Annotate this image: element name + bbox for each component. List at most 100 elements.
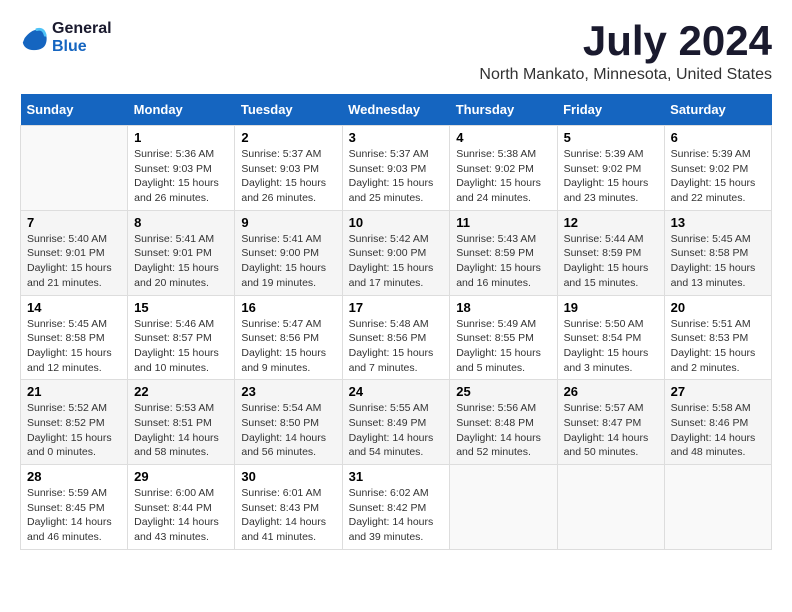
day-number: 24 <box>349 384 444 399</box>
day-info: Sunrise: 5:59 AM Sunset: 8:45 PM Dayligh… <box>27 486 121 545</box>
calendar-cell: 25Sunrise: 5:56 AM Sunset: 8:48 PM Dayli… <box>450 380 557 465</box>
calendar-cell: 1Sunrise: 5:36 AM Sunset: 9:03 PM Daylig… <box>128 126 235 211</box>
day-info: Sunrise: 5:46 AM Sunset: 8:57 PM Dayligh… <box>134 317 228 376</box>
week-row-5: 28 Sunrise: 5:59 AM Sunset: 8:45 PM Dayli… <box>21 465 772 550</box>
calendar-cell: 29 Sunrise: 6:00 AM Sunset: 8:44 PM Dayli… <box>128 465 235 550</box>
day-number: 25 <box>456 384 550 399</box>
day-info: Sunrise: 5:55 AM Sunset: 8:49 PM Dayligh… <box>349 401 444 460</box>
calendar-cell: 31 Sunrise: 6:02 AM Sunset: 8:42 PM Dayli… <box>342 465 450 550</box>
calendar-cell: 12 Sunrise: 5:44 AM Sunset: 8:59 PM Dayli… <box>557 210 664 295</box>
calendar-cell: 9 Sunrise: 5:41 AM Sunset: 9:00 PM Daylig… <box>235 210 342 295</box>
day-info: Sunrise: 5:50 AM Sunset: 8:54 PM Dayligh… <box>564 317 658 376</box>
day-info: Sunrise: 5:49 AM Sunset: 8:55 PM Dayligh… <box>456 317 550 376</box>
day-number: 1 <box>134 130 228 145</box>
calendar-cell: 17Sunrise: 5:48 AM Sunset: 8:56 PM Dayli… <box>342 295 450 380</box>
header-cell-wednesday: Wednesday <box>342 94 450 126</box>
day-info: Sunrise: 5:41 AM Sunset: 9:00 PM Dayligh… <box>241 232 335 291</box>
calendar-subtitle: North Mankato, Minnesota, United States <box>479 66 772 84</box>
calendar-cell: 27Sunrise: 5:58 AM Sunset: 8:46 PM Dayli… <box>664 380 771 465</box>
day-info: Sunrise: 5:53 AM Sunset: 8:51 PM Dayligh… <box>134 401 228 460</box>
day-number: 27 <box>671 384 765 399</box>
day-number: 4 <box>456 130 550 145</box>
logo-icon <box>20 24 48 52</box>
calendar-cell: 24 Sunrise: 5:55 AM Sunset: 8:49 PM Dayli… <box>342 380 450 465</box>
day-number: 20 <box>671 300 765 315</box>
calendar-cell <box>557 465 664 550</box>
day-number: 29 <box>134 469 228 484</box>
calendar-cell <box>21 126 128 211</box>
day-number: 12 <box>564 215 658 230</box>
day-info: Sunrise: 5:47 AM Sunset: 8:56 PM Dayligh… <box>241 317 335 376</box>
day-info: Sunrise: 5:41 AM Sunset: 9:01 PM Dayligh… <box>134 232 228 291</box>
calendar-cell: 11 Sunrise: 5:43 AM Sunset: 8:59 PM Dayli… <box>450 210 557 295</box>
day-info: Sunrise: 5:54 AM Sunset: 8:50 PM Dayligh… <box>241 401 335 460</box>
calendar-cell: 23 Sunrise: 5:54 AM Sunset: 8:50 PM Dayli… <box>235 380 342 465</box>
calendar-cell: 10Sunrise: 5:42 AM Sunset: 9:00 PM Dayli… <box>342 210 450 295</box>
week-row-2: 7 Sunrise: 5:40 AM Sunset: 9:01 PM Daylig… <box>21 210 772 295</box>
day-number: 19 <box>564 300 658 315</box>
calendar-cell: 16 Sunrise: 5:47 AM Sunset: 8:56 PM Dayli… <box>235 295 342 380</box>
day-info: Sunrise: 6:02 AM Sunset: 8:42 PM Dayligh… <box>349 486 444 545</box>
day-info: Sunrise: 5:39 AM Sunset: 9:02 PM Dayligh… <box>671 147 765 206</box>
calendar-cell: 21 Sunrise: 5:52 AM Sunset: 8:52 PM Dayli… <box>21 380 128 465</box>
day-info: Sunrise: 5:44 AM Sunset: 8:59 PM Dayligh… <box>564 232 658 291</box>
calendar-cell: 19 Sunrise: 5:50 AM Sunset: 8:54 PM Dayli… <box>557 295 664 380</box>
day-number: 11 <box>456 215 550 230</box>
calendar-title: July 2024 <box>479 20 772 62</box>
title-block: July 2024 North Mankato, Minnesota, Unit… <box>479 20 772 84</box>
day-number: 8 <box>134 215 228 230</box>
day-number: 16 <box>241 300 335 315</box>
day-info: Sunrise: 5:57 AM Sunset: 8:47 PM Dayligh… <box>564 401 658 460</box>
day-number: 10 <box>349 215 444 230</box>
day-number: 7 <box>27 215 121 230</box>
day-info: Sunrise: 5:52 AM Sunset: 8:52 PM Dayligh… <box>27 401 121 460</box>
day-number: 26 <box>564 384 658 399</box>
week-row-1: 1Sunrise: 5:36 AM Sunset: 9:03 PM Daylig… <box>21 126 772 211</box>
day-number: 21 <box>27 384 121 399</box>
day-info: Sunrise: 5:43 AM Sunset: 8:59 PM Dayligh… <box>456 232 550 291</box>
week-row-3: 14Sunrise: 5:45 AM Sunset: 8:58 PM Dayli… <box>21 295 772 380</box>
day-number: 6 <box>671 130 765 145</box>
calendar-cell: 13 Sunrise: 5:45 AM Sunset: 8:58 PM Dayli… <box>664 210 771 295</box>
calendar-cell: 15 Sunrise: 5:46 AM Sunset: 8:57 PM Dayli… <box>128 295 235 380</box>
day-info: Sunrise: 6:01 AM Sunset: 8:43 PM Dayligh… <box>241 486 335 545</box>
header-cell-sunday: Sunday <box>21 94 128 126</box>
calendar-cell: 14Sunrise: 5:45 AM Sunset: 8:58 PM Dayli… <box>21 295 128 380</box>
header-cell-friday: Friday <box>557 94 664 126</box>
day-info: Sunrise: 6:00 AM Sunset: 8:44 PM Dayligh… <box>134 486 228 545</box>
day-number: 30 <box>241 469 335 484</box>
header-row: SundayMondayTuesdayWednesdayThursdayFrid… <box>21 94 772 126</box>
calendar-cell: 18Sunrise: 5:49 AM Sunset: 8:55 PM Dayli… <box>450 295 557 380</box>
day-info: Sunrise: 5:40 AM Sunset: 9:01 PM Dayligh… <box>27 232 121 291</box>
day-info: Sunrise: 5:37 AM Sunset: 9:03 PM Dayligh… <box>241 147 335 206</box>
day-number: 9 <box>241 215 335 230</box>
day-number: 31 <box>349 469 444 484</box>
calendar-cell: 30 Sunrise: 6:01 AM Sunset: 8:43 PM Dayli… <box>235 465 342 550</box>
day-info: Sunrise: 5:48 AM Sunset: 8:56 PM Dayligh… <box>349 317 444 376</box>
day-number: 22 <box>134 384 228 399</box>
day-number: 5 <box>564 130 658 145</box>
day-info: Sunrise: 5:51 AM Sunset: 8:53 PM Dayligh… <box>671 317 765 376</box>
day-info: Sunrise: 5:45 AM Sunset: 8:58 PM Dayligh… <box>671 232 765 291</box>
header-cell-thursday: Thursday <box>450 94 557 126</box>
header-cell-saturday: Saturday <box>664 94 771 126</box>
day-number: 15 <box>134 300 228 315</box>
calendar-cell: 22 Sunrise: 5:53 AM Sunset: 8:51 PM Dayli… <box>128 380 235 465</box>
calendar-body: 1Sunrise: 5:36 AM Sunset: 9:03 PM Daylig… <box>21 126 772 550</box>
calendar-header: SundayMondayTuesdayWednesdayThursdayFrid… <box>21 94 772 126</box>
day-number: 28 <box>27 469 121 484</box>
calendar-cell: 2Sunrise: 5:37 AM Sunset: 9:03 PM Daylig… <box>235 126 342 211</box>
calendar-cell: 5 Sunrise: 5:39 AM Sunset: 9:02 PM Daylig… <box>557 126 664 211</box>
calendar-cell: 6 Sunrise: 5:39 AM Sunset: 9:02 PM Daylig… <box>664 126 771 211</box>
header-cell-tuesday: Tuesday <box>235 94 342 126</box>
day-info: Sunrise: 5:45 AM Sunset: 8:58 PM Dayligh… <box>27 317 121 376</box>
day-number: 23 <box>241 384 335 399</box>
day-info: Sunrise: 5:37 AM Sunset: 9:03 PM Dayligh… <box>349 147 444 206</box>
day-number: 13 <box>671 215 765 230</box>
day-info: Sunrise: 5:39 AM Sunset: 9:02 PM Dayligh… <box>564 147 658 206</box>
calendar-cell: 20 Sunrise: 5:51 AM Sunset: 8:53 PM Dayli… <box>664 295 771 380</box>
calendar-cell: 28 Sunrise: 5:59 AM Sunset: 8:45 PM Dayli… <box>21 465 128 550</box>
calendar-cell <box>664 465 771 550</box>
day-info: Sunrise: 5:38 AM Sunset: 9:02 PM Dayligh… <box>456 147 550 206</box>
logo-text: General Blue <box>52 20 112 56</box>
